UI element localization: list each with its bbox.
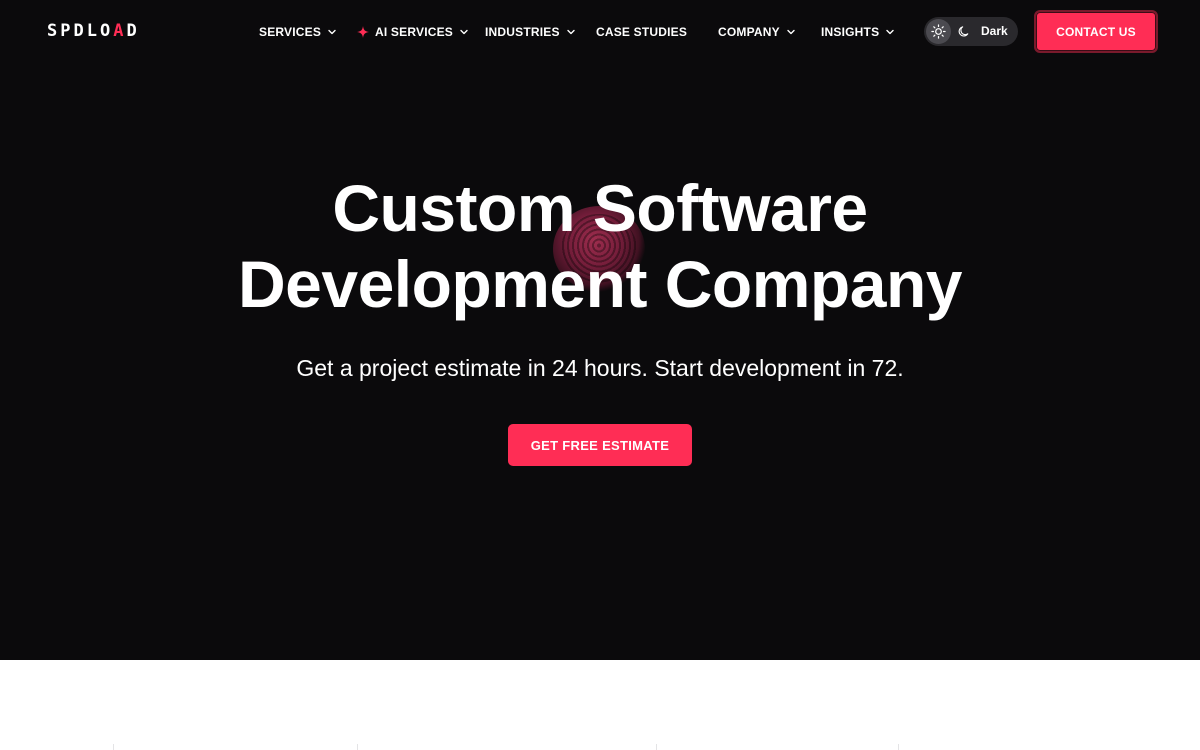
get-free-estimate-button[interactable]: GET FREE ESTIMATE: [508, 424, 692, 466]
spdload-logo[interactable]: SPDLOAD: [47, 21, 140, 41]
chevron-down-icon: [460, 29, 468, 35]
theme-toggle[interactable]: Dark: [924, 17, 1018, 46]
nav-item-services[interactable]: SERVICES: [259, 22, 337, 42]
section-divider: [113, 744, 114, 750]
sparkle-icon: [357, 26, 369, 38]
hero-subtitle: Get a project estimate in 24 hours. Star…: [296, 355, 904, 381]
nav-item-company[interactable]: COMPANY: [718, 22, 796, 42]
contact-us-button[interactable]: CONTACT US: [1034, 10, 1158, 53]
dark-mode-label: Dark: [981, 24, 1008, 38]
sun-icon: [931, 24, 946, 39]
chevron-down-icon: [328, 29, 336, 35]
moon-icon: [958, 26, 969, 37]
section-divider: [656, 744, 657, 750]
light-mode-option[interactable]: [926, 19, 951, 44]
nav-item-ai-services[interactable]: AI SERVICES: [357, 22, 469, 42]
chevron-down-icon: [787, 29, 795, 35]
nav-item-industries[interactable]: INDUSTRIES: [485, 22, 576, 42]
chevron-down-icon: [886, 29, 894, 35]
hero-section: SPDLOAD SERVICES AI SERVICES INDUSTRIES …: [0, 0, 1200, 660]
next-section: [0, 660, 1200, 750]
section-divider: [357, 744, 358, 750]
section-divider: [898, 744, 899, 750]
site-header: SPDLOAD SERVICES AI SERVICES INDUSTRIES …: [0, 0, 1200, 64]
nav-item-insights[interactable]: INSIGHTS: [821, 22, 895, 42]
chevron-down-icon: [566, 29, 575, 35]
nav-item-case-studies[interactable]: CASE STUDIES: [596, 22, 687, 42]
hero-title: Custom Software Development Company: [238, 171, 962, 321]
